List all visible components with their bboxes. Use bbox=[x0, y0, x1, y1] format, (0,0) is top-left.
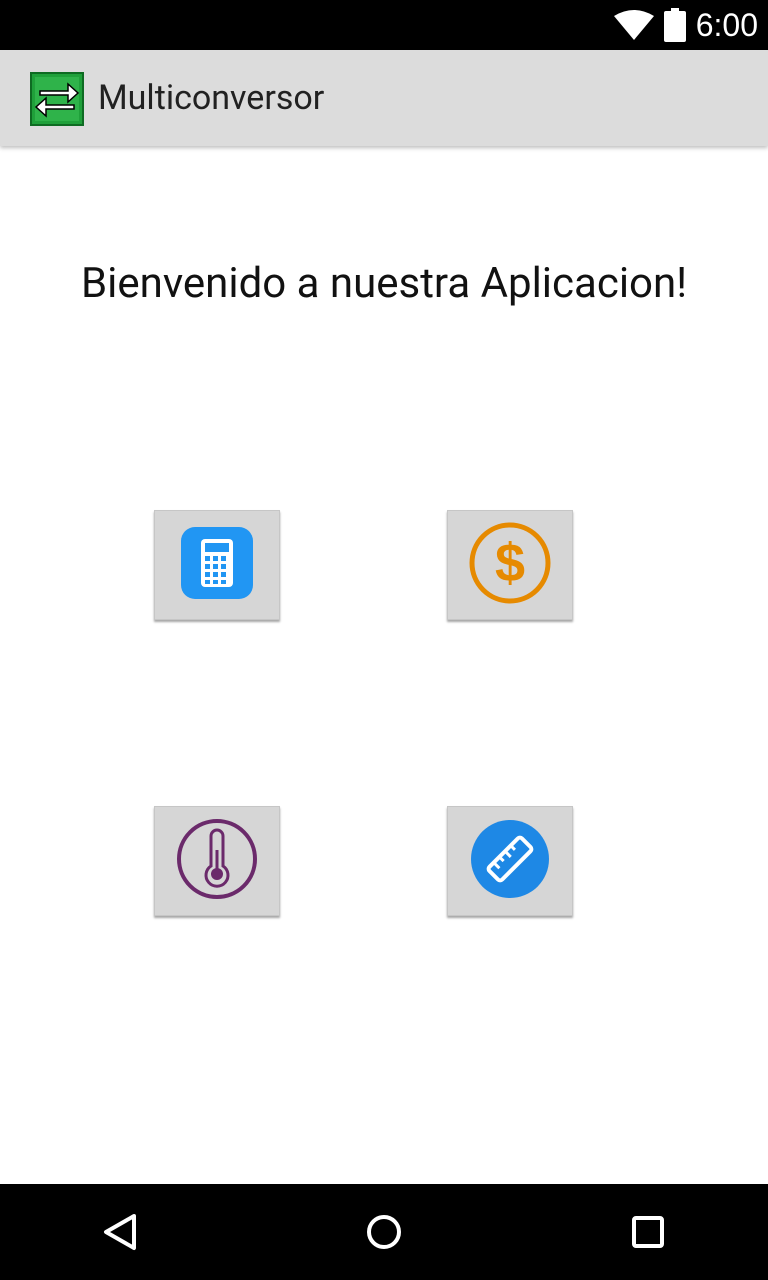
home-icon[interactable] bbox=[364, 1212, 404, 1256]
navigation-bar bbox=[0, 1184, 768, 1280]
clock-time: 6:00 bbox=[695, 7, 758, 43]
wifi-icon bbox=[614, 10, 654, 44]
multiconversor-logo-icon bbox=[30, 72, 84, 130]
welcome-heading: Bienvenido a nuestra Aplicacion! bbox=[80, 259, 688, 308]
ruler-icon bbox=[469, 818, 551, 904]
currency-button[interactable]: $ bbox=[447, 510, 573, 620]
recent-apps-icon[interactable] bbox=[630, 1212, 666, 1256]
dollar-icon: $ bbox=[467, 520, 553, 610]
calculator-icon bbox=[179, 525, 255, 605]
thermometer-icon bbox=[174, 816, 260, 906]
svg-text:$: $ bbox=[495, 533, 525, 593]
status-bar: 6:00 bbox=[0, 0, 768, 50]
battery-icon bbox=[664, 8, 686, 46]
app-title: Multiconversor bbox=[98, 78, 325, 118]
temperature-button[interactable] bbox=[154, 806, 280, 916]
length-button[interactable] bbox=[447, 806, 573, 916]
calculator-button[interactable] bbox=[154, 510, 280, 620]
back-icon[interactable] bbox=[100, 1212, 140, 1256]
app-bar: Multiconversor bbox=[0, 50, 768, 146]
